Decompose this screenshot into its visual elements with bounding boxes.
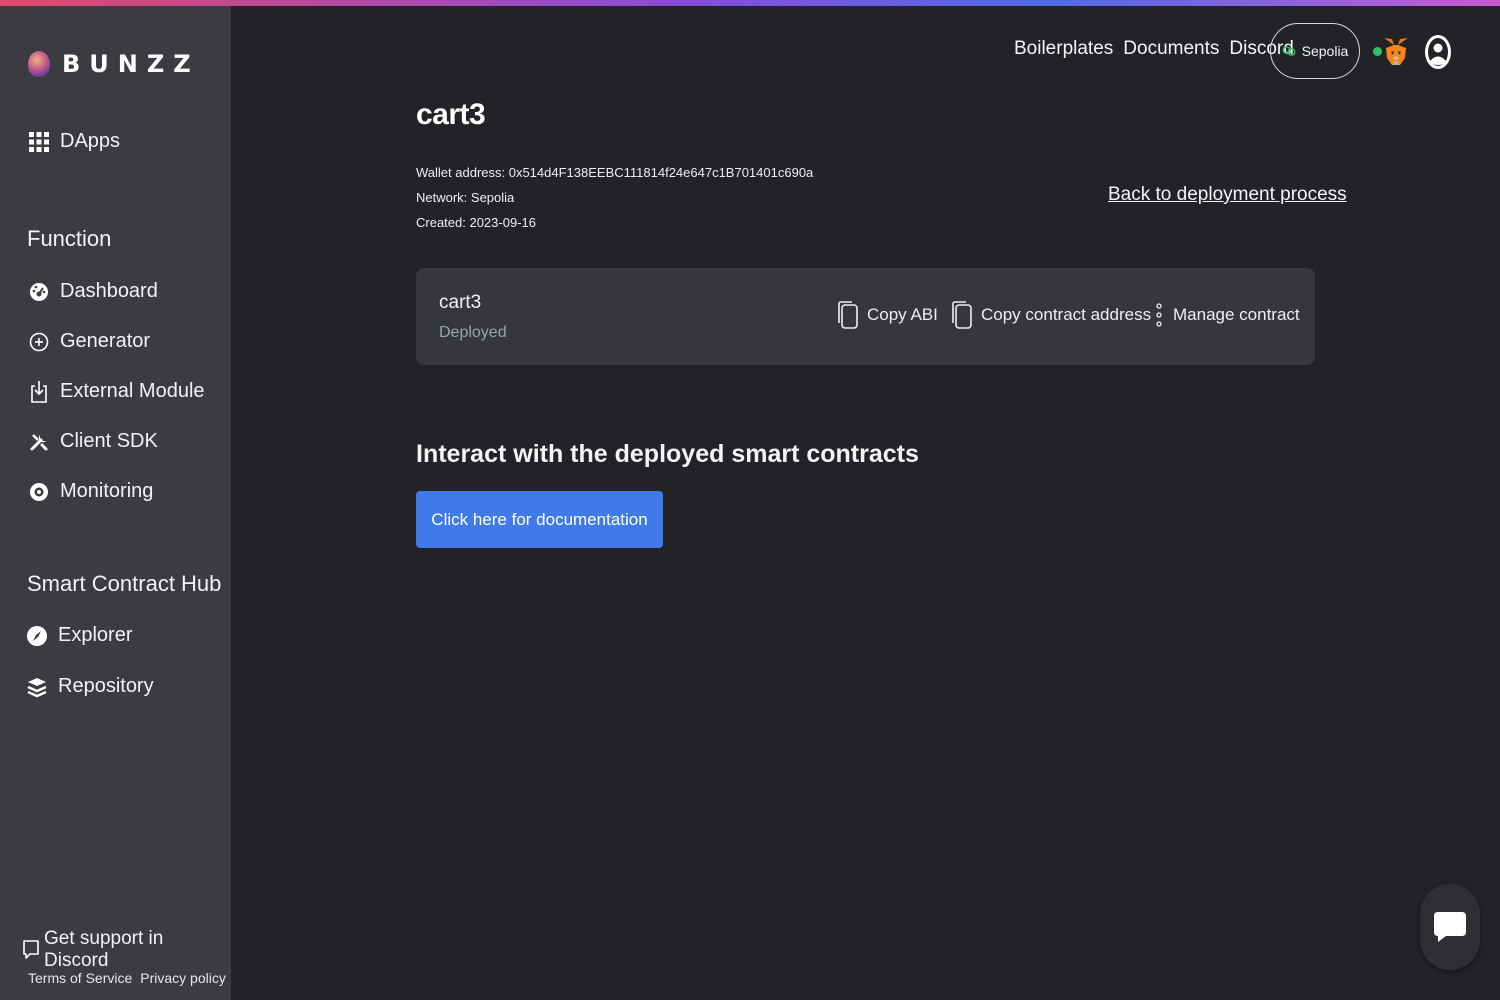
sidebar-item-dapps[interactable]: DApps — [28, 130, 120, 153]
plus-circle-icon — [28, 331, 50, 353]
sidebar: BUNZZ DApps Function Dashboard Generator — [0, 6, 231, 1000]
nav-link-documents[interactable]: Documents — [1123, 38, 1219, 60]
chat-icon — [22, 939, 40, 961]
back-to-deployment-link[interactable]: Back to deployment process — [1108, 184, 1347, 206]
dashboard-icon — [28, 281, 50, 303]
sidebar-item-generator[interactable]: Generator — [28, 330, 150, 353]
logo-text: BUNZZ — [62, 50, 200, 78]
sidebar-item-explorer[interactable]: Explorer — [26, 624, 132, 647]
compass-icon — [26, 625, 48, 647]
copy-contract-address-label: Copy contract address — [981, 305, 1152, 324]
section-title-function: Function — [27, 226, 112, 251]
header-nav: Boilerplates Documents Discord — [1014, 38, 1294, 60]
wallet-status-dot — [1373, 47, 1382, 56]
copy-contract-address-button[interactable]: Copy contract address — [951, 300, 1151, 330]
kebab-menu-icon — [1156, 303, 1162, 327]
contract-name: cart3 — [439, 292, 482, 313]
support-chat-button[interactable] — [1420, 884, 1480, 970]
manage-contract-label: Manage contract — [1173, 305, 1300, 324]
logo[interactable]: BUNZZ — [28, 50, 200, 78]
sidebar-item-label: Generator — [60, 330, 151, 352]
section-title-smart-contract-hub: Smart Contract Hub — [27, 571, 222, 596]
documentation-button[interactable]: Click here for documentation — [416, 491, 663, 548]
chain-icon — [1282, 45, 1296, 57]
sidebar-item-label: External Module — [60, 380, 205, 402]
network-selector[interactable]: Sepolia — [1270, 23, 1360, 79]
contract-status: Deployed — [439, 324, 507, 341]
nav-link-boilerplates[interactable]: Boilerplates — [1014, 38, 1113, 60]
sidebar-item-repository[interactable]: Repository — [26, 675, 154, 698]
grid-icon — [28, 131, 50, 153]
terms-link[interactable]: Terms of Service — [28, 970, 132, 986]
chat-bubble-icon — [1434, 912, 1466, 942]
layers-icon — [26, 676, 48, 698]
copy-icon — [838, 301, 858, 329]
copy-icon — [952, 301, 972, 329]
copy-abi-label: Copy ABI — [867, 305, 938, 324]
sidebar-item-label: Repository — [58, 675, 154, 697]
sidebar-item-dashboard[interactable]: Dashboard — [28, 280, 158, 303]
manage-contract-button[interactable]: Manage contract — [1153, 300, 1300, 330]
sidebar-item-client-sdk[interactable]: Client SDK — [28, 430, 158, 453]
interact-section-title: Interact with the deployed smart contrac… — [416, 440, 919, 468]
contract-card: cart3 Deployed Copy ABI Copy contract ad… — [416, 268, 1315, 365]
sidebar-item-label: Client SDK — [60, 430, 158, 452]
sidebar-item-monitoring[interactable]: Monitoring — [28, 480, 153, 503]
footer-links: Terms of Service Privacy policy — [28, 970, 226, 986]
network-info: Network: Sepolia — [416, 190, 515, 205]
network-label: Sepolia — [1301, 43, 1349, 59]
import-icon — [28, 380, 50, 403]
sidebar-item-label: Dashboard — [60, 280, 158, 302]
support-label: Get support in Discord — [44, 928, 164, 971]
sidebar-item-label: DApps — [60, 130, 121, 152]
copy-abi-button[interactable]: Copy ABI — [837, 300, 938, 330]
privacy-link[interactable]: Privacy policy — [140, 970, 226, 986]
metamask-fox-icon[interactable] — [1383, 36, 1409, 68]
logo-mark-icon — [28, 51, 50, 77]
created-date: Created: 2023-09-16 — [416, 215, 536, 230]
tools-icon — [28, 431, 50, 453]
eye-icon — [28, 481, 50, 503]
discord-support-link[interactable]: Get support in Discord — [22, 928, 231, 972]
user-avatar-icon[interactable] — [1424, 34, 1452, 70]
sidebar-item-external-module[interactable]: External Module — [28, 380, 205, 403]
sidebar-item-label: Monitoring — [60, 480, 154, 502]
page-title: cart3 — [416, 98, 486, 131]
sidebar-item-label: Explorer — [58, 624, 133, 646]
wallet-address: Wallet address: 0x514d4F138EEBC111814f24… — [416, 165, 814, 180]
